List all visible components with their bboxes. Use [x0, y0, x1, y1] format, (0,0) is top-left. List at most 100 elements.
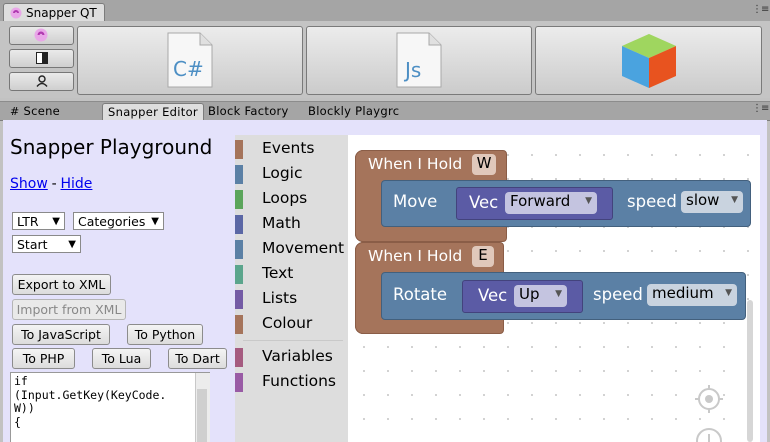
- category-label: Text: [262, 264, 294, 282]
- category-functions[interactable]: Functions: [235, 370, 348, 394]
- speed-medium-dropdown[interactable]: medium ▼: [647, 284, 737, 306]
- code-output[interactable]: if (Input.GetKey(KeyCode. W)) {: [10, 372, 210, 442]
- category-label: Variables: [262, 347, 333, 365]
- vec-label-2: Vec: [478, 286, 508, 305]
- to-python-button[interactable]: To Python: [127, 324, 203, 345]
- category-events[interactable]: Events: [235, 137, 348, 161]
- toolbox-select[interactable]: Categories ▼: [73, 212, 164, 230]
- layout-toggle-button[interactable]: [9, 49, 74, 68]
- direction-select[interactable]: LTR ▼: [12, 212, 65, 230]
- category-label: Movement: [262, 239, 345, 257]
- category-label: Events: [262, 139, 315, 157]
- direction-select-value: LTR: [17, 214, 39, 229]
- link-separator: -: [51, 176, 57, 192]
- workspace-scrollbar[interactable]: [747, 300, 753, 442]
- speed-label: speed: [627, 192, 677, 211]
- blockly-toolbox: Events Logic Loops Math Movement Text Li…: [235, 135, 348, 442]
- tab-block-factory[interactable]: Block Factory: [208, 103, 289, 120]
- category-label: Logic: [262, 164, 303, 182]
- to-dart-button[interactable]: To Dart: [168, 348, 227, 369]
- code-scrollbar-thumb[interactable]: [197, 389, 207, 442]
- speed-label-2: speed: [593, 285, 643, 304]
- user-icon: [36, 75, 48, 87]
- dropdown-arrow-icon: ▼: [725, 288, 732, 298]
- zoom-in-icon[interactable]: [694, 426, 724, 442]
- category-variables[interactable]: Variables: [235, 345, 348, 369]
- category-color-swatch: [235, 190, 243, 209]
- category-movement[interactable]: Movement: [235, 237, 348, 261]
- dropdown-arrow-icon: ▼: [585, 196, 592, 206]
- tab-blockly-playground-label: Blockly Playgrc: [308, 104, 400, 118]
- vec-forward-value: Forward: [510, 192, 571, 210]
- hide-link[interactable]: Hide: [61, 176, 93, 192]
- speed-medium-value: medium: [652, 284, 714, 302]
- rotate-label: Rotate: [393, 285, 448, 304]
- key-w-field[interactable]: W: [472, 154, 496, 175]
- javascript-button[interactable]: Js: [306, 26, 532, 95]
- tab-snapper-editor[interactable]: Snapper Editor: [102, 103, 204, 121]
- javascript-file-icon: Js: [396, 32, 442, 88]
- category-color-swatch: [235, 373, 243, 392]
- vec-forward-dropdown[interactable]: Forward ▼: [505, 192, 597, 214]
- when-hold-w-label: When I Hold: [368, 155, 463, 173]
- export-xml-button[interactable]: Export to XML: [12, 274, 111, 295]
- speed-slow-value: slow: [686, 191, 720, 209]
- layout-toggle-icon: [36, 52, 48, 64]
- vec-up-value: Up: [519, 285, 540, 303]
- show-link[interactable]: Show: [10, 176, 48, 192]
- category-label: Colour: [262, 314, 313, 332]
- editor-tab-bar: # Scene Snapper Editor Block Factory Blo…: [0, 101, 770, 121]
- dropdown-arrow-icon: ▼: [52, 216, 60, 227]
- to-lua-button[interactable]: To Lua: [92, 348, 151, 369]
- dropdown-arrow-icon: ▼: [731, 195, 738, 205]
- svg-text:Js: Js: [403, 58, 421, 82]
- speed-slow-dropdown[interactable]: slow ▼: [681, 191, 743, 213]
- category-color-swatch: [235, 140, 243, 159]
- svg-text:C#: C#: [173, 57, 204, 81]
- csharp-file-icon: C#: [167, 32, 213, 88]
- tab-scene[interactable]: # Scene: [10, 103, 60, 120]
- tab-blockly-playground[interactable]: Blockly Playgrc: [308, 103, 399, 120]
- show-hide-links: Show - Hide: [10, 176, 92, 192]
- dropdown-arrow-icon: ▼: [68, 239, 76, 250]
- category-loops[interactable]: Loops: [235, 187, 348, 211]
- grid-icon: #: [10, 105, 20, 118]
- window-tab-title: Snapper QT: [26, 6, 97, 20]
- category-color-swatch: [235, 265, 243, 284]
- dropdown-arrow-icon: ▼: [555, 289, 562, 299]
- vec-label: Vec: [469, 193, 499, 212]
- category-colour[interactable]: Colour: [235, 312, 348, 336]
- position-select[interactable]: Start ▼: [12, 235, 81, 253]
- category-label: Functions: [262, 372, 337, 390]
- position-select-value: Start: [17, 237, 48, 252]
- category-color-swatch: [235, 165, 243, 184]
- category-color-swatch: [235, 215, 243, 234]
- user-button[interactable]: [9, 72, 74, 91]
- category-divider: [243, 340, 343, 341]
- panel-menu-icon[interactable]: ⋮≡: [752, 103, 769, 114]
- to-php-button[interactable]: To PHP: [12, 348, 75, 369]
- category-color-swatch: [235, 240, 243, 259]
- category-text[interactable]: Text: [235, 262, 348, 286]
- when-hold-e-label: When I Hold: [368, 247, 463, 265]
- csharp-button[interactable]: C#: [77, 26, 303, 95]
- category-logic[interactable]: Logic: [235, 162, 348, 186]
- window-tab-snapper-qt[interactable]: Snapper QT: [3, 3, 105, 22]
- tab-snapper-editor-label: Snapper Editor: [108, 105, 198, 119]
- tab-block-factory-label: Block Factory: [208, 104, 289, 118]
- unity-cube-button[interactable]: [535, 26, 762, 95]
- window-menu-icon[interactable]: ⋮≡: [752, 4, 769, 15]
- logo-button[interactable]: [9, 26, 74, 45]
- move-label: Move: [393, 192, 438, 211]
- page-title: Snapper Playground: [10, 135, 213, 159]
- recenter-icon[interactable]: [694, 384, 724, 414]
- key-e-field[interactable]: E: [472, 246, 494, 267]
- to-javascript-button[interactable]: To JavaScript: [12, 324, 110, 345]
- import-xml-button[interactable]: Import from XML: [12, 299, 126, 320]
- toolbox-select-value: Categories: [78, 214, 146, 229]
- category-math[interactable]: Math: [235, 212, 348, 236]
- vec-up-dropdown[interactable]: Up ▼: [514, 285, 567, 307]
- category-lists[interactable]: Lists: [235, 287, 348, 311]
- category-label: Math: [262, 214, 301, 232]
- category-color-swatch: [235, 290, 243, 309]
